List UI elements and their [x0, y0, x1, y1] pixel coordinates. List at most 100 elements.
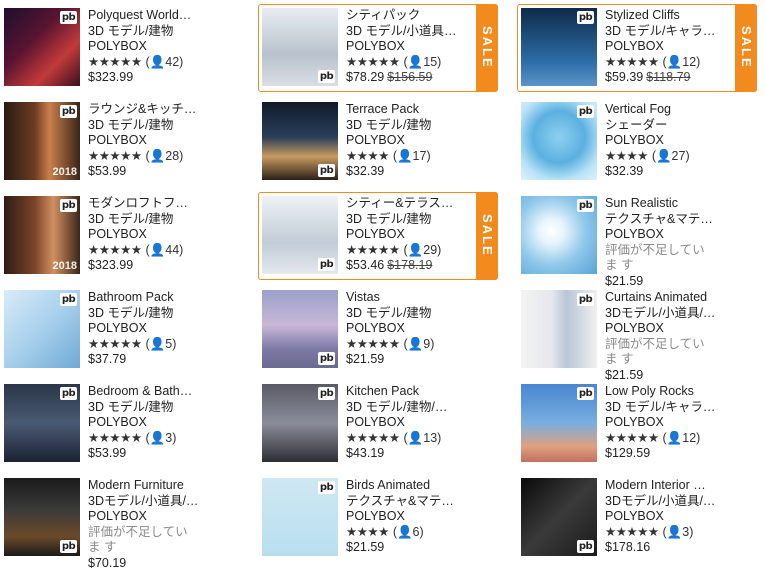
asset-card[interactable]: pb Polyquest World…3D モデル/建物POLYBOX★★★★★(… — [0, 4, 238, 92]
year-label: 2018 — [53, 166, 77, 178]
asset-title[interactable]: Modern Interior … — [605, 478, 717, 494]
asset-thumbnail[interactable]: pb — [262, 290, 338, 368]
asset-publisher[interactable]: POLYBOX — [346, 227, 458, 243]
price: $43.19 — [346, 446, 458, 462]
rating-stars: ★★★★★ — [88, 55, 142, 69]
asset-card[interactable]: pbSun Realisticテクスチャ&マテ…POLYBOX評価が不足していま… — [517, 192, 755, 280]
asset-title[interactable]: Bedroom & Bath… — [88, 384, 200, 400]
asset-thumbnail[interactable]: pb — [4, 384, 80, 462]
rating: ★★★★★(👤12) — [605, 55, 717, 71]
asset-card[interactable]: pbModern Furniture3Dモデル/小道具/…POLYBOX評価が不… — [0, 474, 238, 562]
asset-card[interactable]: pbBedroom & Bath…3D モデル/建物POLYBOX★★★★★(👤… — [0, 380, 238, 468]
asset-thumbnail[interactable]: pb — [4, 478, 80, 556]
price: $178.16 — [605, 540, 717, 556]
asset-thumbnail[interactable]: pb — [521, 102, 597, 180]
asset-info: Modern Interior …3Dモデル/小道具/…POLYBOX★★★★★… — [605, 478, 717, 556]
asset-publisher[interactable]: POLYBOX — [88, 321, 200, 337]
publisher-logo-icon: pb — [60, 293, 77, 306]
asset-thumbnail[interactable]: pb — [521, 196, 597, 274]
asset-card[interactable]: pbModern Interior …3Dモデル/小道具/…POLYBOX★★★… — [517, 474, 755, 562]
asset-thumbnail[interactable]: pb — [262, 478, 338, 556]
asset-thumbnail[interactable]: pb — [521, 384, 597, 462]
asset-thumbnail[interactable]: pb2018 — [4, 102, 80, 180]
asset-title[interactable]: Modern Furniture — [88, 478, 200, 494]
price: $21.59 — [346, 540, 458, 556]
asset-publisher[interactable]: POLYBOX — [88, 415, 200, 431]
review-count: (👤13) — [404, 431, 442, 445]
asset-publisher[interactable]: POLYBOX — [605, 227, 717, 243]
asset-title[interactable]: Sun Realistic — [605, 196, 717, 212]
asset-title[interactable]: Kitchen Pack — [346, 384, 458, 400]
asset-info: Birds Animatedテクスチャ&マテ…POLYBOX★★★★(👤6)$2… — [346, 478, 458, 556]
publisher-logo-icon: pb — [577, 387, 594, 400]
asset-title[interactable]: モダンロフトフル… — [88, 196, 200, 212]
asset-thumbnail[interactable]: pb — [262, 384, 338, 462]
asset-category: 3D モデル/建物 — [346, 212, 458, 228]
asset-card[interactable]: pbシティー&テラス…3D モデル/建物POLYBOX★★★★★(👤29)$53… — [258, 192, 498, 280]
asset-card[interactable]: pb Low Poly Rocks3D モデル/キャラ…POLYBOX★★★★★(… — [517, 380, 755, 468]
asset-publisher[interactable]: POLYBOX — [605, 39, 717, 55]
asset-title[interactable]: Birds Animated — [346, 478, 458, 494]
asset-publisher[interactable]: POLYBOX — [605, 415, 717, 431]
asset-card[interactable]: pbCurtains Animated3Dモデル/小道具/…POLYBOX評価が… — [517, 286, 755, 374]
asset-info: Stylized Cliffs3D モデル/キャラ…POLYBOX★★★★★(👤… — [605, 8, 717, 86]
current-price: $323.99 — [88, 70, 133, 84]
asset-title[interactable]: Stylized Cliffs — [605, 8, 717, 24]
asset-publisher[interactable]: POLYBOX — [605, 509, 717, 525]
asset-card[interactable]: pbシティパック3D モデル/小道具/…POLYBOX★★★★★(👤15)$78… — [258, 4, 498, 92]
asset-thumbnail[interactable]: pb — [521, 290, 597, 368]
asset-publisher[interactable]: POLYBOX — [88, 509, 200, 525]
current-price: $70.19 — [88, 556, 126, 570]
asset-title[interactable]: Vertical Fog — [605, 102, 717, 118]
asset-publisher[interactable]: POLYBOX — [346, 133, 458, 149]
asset-publisher[interactable]: POLYBOX — [346, 39, 458, 55]
asset-card[interactable]: pbKitchen Pack3D モデル/建物/…POLYBOX★★★★★(👤1… — [258, 380, 496, 468]
asset-title[interactable]: Low Poly Rocks — [605, 384, 717, 400]
asset-card[interactable]: pbBathroom Pack3D モデル/建物POLYBOX★★★★★(👤5)… — [0, 286, 238, 374]
asset-title[interactable]: Curtains Animated — [605, 290, 717, 306]
asset-publisher[interactable]: POLYBOX — [88, 133, 200, 149]
asset-thumbnail[interactable]: pb — [4, 290, 80, 368]
asset-publisher[interactable]: POLYBOX — [605, 133, 717, 149]
asset-info: Low Poly Rocks3D モデル/キャラ…POLYBOX★★★★★(👤1… — [605, 384, 717, 462]
current-price: $59.39 — [605, 70, 643, 84]
asset-title[interactable]: シティー&テラス… — [346, 196, 458, 212]
asset-thumbnail[interactable]: pb — [262, 196, 338, 274]
current-price: $21.59 — [346, 352, 384, 366]
asset-publisher[interactable]: POLYBOX — [346, 321, 458, 337]
asset-publisher[interactable]: POLYBOX — [346, 509, 458, 525]
asset-card[interactable]: pb2018モダンロフトフル…3D モデル/建物POLYBOX★★★★★(👤44… — [0, 192, 238, 280]
asset-thumbnail[interactable]: pb — [262, 8, 338, 86]
asset-thumbnail[interactable]: pb — [521, 8, 597, 86]
asset-title[interactable]: Bathroom Pack — [88, 290, 200, 306]
asset-title[interactable]: Polyquest World… — [88, 8, 200, 24]
asset-title[interactable]: Vistas — [346, 290, 458, 306]
asset-thumbnail[interactable]: pb — [521, 478, 597, 556]
current-price: $129.59 — [605, 446, 650, 460]
asset-title[interactable]: シティパック — [346, 8, 458, 24]
rating: ★★★★★(👤44) — [88, 243, 200, 259]
asset-category: 3D モデル/建物/… — [346, 400, 458, 416]
publisher-logo-icon: pb — [318, 70, 335, 83]
asset-card[interactable]: pbTerrace Pack3D モデル/建物POLYBOX★★★★(👤17)$… — [258, 98, 496, 186]
asset-category: 3D モデル/建物 — [88, 24, 200, 40]
asset-title[interactable]: Terrace Pack — [346, 102, 458, 118]
asset-card[interactable]: pbVertical FogシェーダーPOLYBOX★★★★(👤27)$32.3… — [517, 98, 755, 186]
asset-thumbnail[interactable]: pb — [262, 102, 338, 180]
asset-card[interactable]: pbStylized Cliffs3D モデル/キャラ…POLYBOX★★★★★… — [517, 4, 757, 92]
rating: ★★★★★(👤42) — [88, 55, 200, 71]
asset-publisher[interactable]: POLYBOX — [346, 415, 458, 431]
asset-card[interactable]: pbBirds Animatedテクスチャ&マテ…POLYBOX★★★★(👤6)… — [258, 474, 496, 562]
asset-publisher[interactable]: POLYBOX — [88, 227, 200, 243]
rating: ★★★★★(👤15) — [346, 55, 458, 71]
asset-title[interactable]: ラウンジ&キッチ… — [88, 102, 200, 118]
asset-card[interactable]: pbVistas3D モデル/建物POLYBOX★★★★★(👤9)$21.59 — [258, 286, 496, 374]
asset-card[interactable]: pb2018ラウンジ&キッチ…3D モデル/建物POLYBOX★★★★★(👤28… — [0, 98, 238, 186]
asset-publisher[interactable]: POLYBOX — [605, 321, 717, 337]
asset-category: 3D モデル/キャラ… — [605, 400, 717, 416]
asset-thumbnail[interactable]: pb2018 — [4, 196, 80, 274]
asset-category: 3D モデル/キャラ… — [605, 24, 717, 40]
asset-thumbnail[interactable]: pb — [4, 8, 80, 86]
original-price: $156.59 — [387, 70, 432, 84]
asset-publisher[interactable]: POLYBOX — [88, 39, 200, 55]
